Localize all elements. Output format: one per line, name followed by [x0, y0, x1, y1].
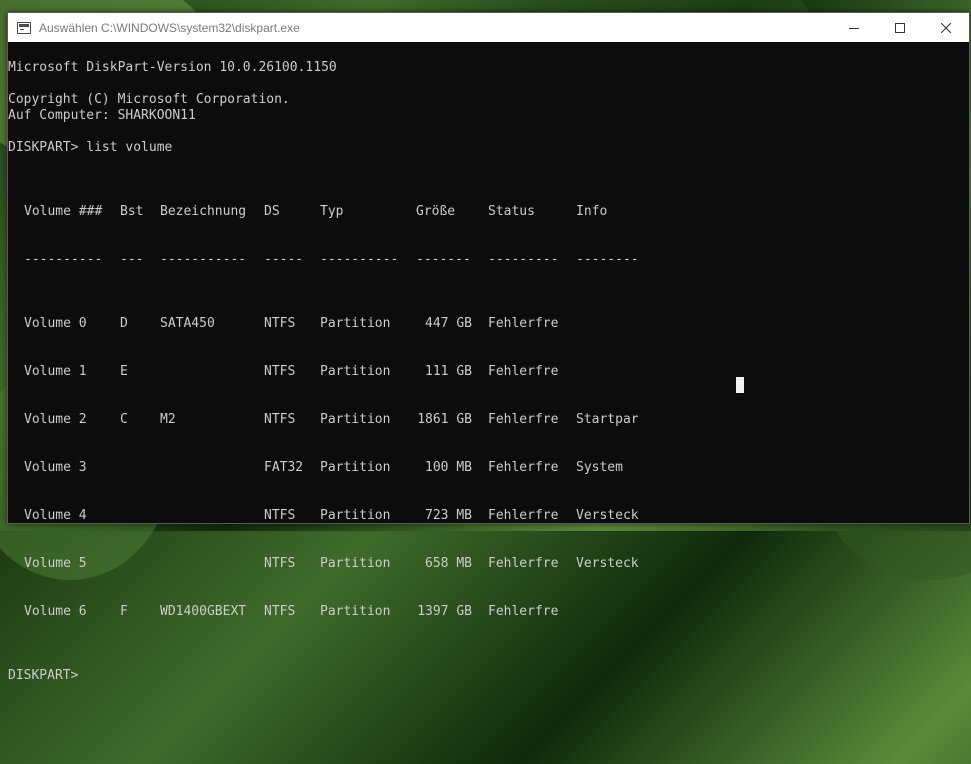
- table-header-row: Volume ### Bst Bezeichnung DS Typ Größe …: [8, 204, 969, 220]
- header-bst: Bst: [120, 204, 144, 219]
- cell-typ: Partition: [320, 316, 391, 331]
- cell-groesse: 1861 GB: [417, 412, 472, 427]
- cell-typ: Partition: [320, 412, 391, 427]
- cell-info: Startpar: [576, 412, 639, 427]
- cell-volume: Volume 4: [24, 508, 87, 523]
- separator-bst: ---: [120, 252, 144, 267]
- cell-bst: F: [120, 604, 128, 619]
- cell-volume: Volume 3: [24, 460, 87, 475]
- cell-groesse: 447 GB: [425, 316, 472, 331]
- table-row: Volume 1 E NTFS Partition 111 GB Fehlerf…: [8, 364, 969, 380]
- diskpart-window: Auswählen C:\WINDOWS\system32\diskpart.e…: [7, 12, 970, 683]
- cell-volume: Volume 0: [24, 316, 87, 331]
- computer-line: Auf Computer: SHARKOON11: [8, 108, 196, 123]
- table-row: Volume 0 D SATA450 NTFS Partition 447 GB…: [8, 316, 969, 332]
- header-groesse: Größe: [416, 204, 456, 219]
- header-ds: DS: [264, 204, 280, 219]
- cell-bst: E: [120, 364, 128, 379]
- cell-typ: Partition: [320, 460, 391, 475]
- cell-ds: NTFS: [264, 508, 296, 523]
- cell-info: System: [576, 460, 623, 475]
- cell-info: Versteck: [576, 508, 639, 523]
- maximize-button[interactable]: [877, 13, 923, 42]
- minimize-button[interactable]: [831, 13, 877, 42]
- cell-volume: Volume 6: [24, 604, 87, 619]
- copyright-line: Copyright (C) Microsoft Corporation.: [8, 92, 290, 107]
- cell-status: Fehlerfre: [488, 556, 559, 571]
- text-cursor: [736, 377, 744, 393]
- cell-groesse: 723 MB: [425, 508, 472, 523]
- cell-status: Fehlerfre: [488, 460, 559, 475]
- cell-ds: NTFS: [264, 364, 296, 379]
- cell-ds: NTFS: [264, 556, 296, 571]
- cell-ds: NTFS: [264, 604, 296, 619]
- console-app-icon[interactable]: [17, 21, 31, 34]
- cell-typ: Partition: [320, 604, 391, 619]
- cell-volume: Volume 2: [24, 412, 87, 427]
- window-title: Auswählen C:\WINDOWS\system32\diskpart.e…: [39, 20, 300, 35]
- cell-bezeichnung: WD1400GBEXT: [160, 604, 247, 619]
- cell-info: Versteck: [576, 556, 639, 571]
- separator-ds: -----: [264, 252, 304, 267]
- header-typ: Typ: [320, 204, 344, 219]
- table-separator-row: ---------- --- ----------- ----- -------…: [8, 252, 969, 268]
- table-row: Volume 3 FAT32 Partition 100 MB Fehlerfr…: [8, 460, 969, 476]
- separator-info: --------: [576, 252, 639, 267]
- cell-ds: FAT32: [264, 460, 304, 475]
- cell-typ: Partition: [320, 364, 391, 379]
- prompt-line: DISKPART>: [8, 668, 79, 683]
- cell-bezeichnung: M2: [160, 412, 176, 427]
- close-button[interactable]: [923, 13, 969, 42]
- cell-status: Fehlerfre: [488, 364, 559, 379]
- header-volume: Volume ###: [24, 204, 103, 219]
- header-info: Info: [576, 204, 608, 219]
- volume-table: Volume ### Bst Bezeichnung DS Typ Größe …: [8, 172, 969, 652]
- separator-volume: ----------: [24, 252, 103, 267]
- command-line: DISKPART> list volume: [8, 140, 173, 155]
- cell-volume: Volume 5: [24, 556, 87, 571]
- table-row: Volume 6 F WD1400GBEXT NTFS Partition 13…: [8, 604, 969, 620]
- maximize-icon: [895, 22, 905, 33]
- cell-groesse: 658 MB: [425, 556, 472, 571]
- cell-volume: Volume 1: [24, 364, 87, 379]
- separator-status: ---------: [488, 252, 559, 267]
- title-bar[interactable]: Auswählen C:\WINDOWS\system32\diskpart.e…: [8, 13, 969, 42]
- separator-bezeichnung: -----------: [160, 252, 247, 267]
- cell-groesse: 1397 GB: [417, 604, 472, 619]
- cell-typ: Partition: [320, 508, 391, 523]
- cell-ds: NTFS: [264, 316, 296, 331]
- cell-groesse: 111 GB: [425, 364, 472, 379]
- cell-status: Fehlerfre: [488, 604, 559, 619]
- cell-status: Fehlerfre: [488, 508, 559, 523]
- cell-status: Fehlerfre: [488, 412, 559, 427]
- cell-status: Fehlerfre: [488, 316, 559, 331]
- cell-ds: NTFS: [264, 412, 296, 427]
- cell-typ: Partition: [320, 556, 391, 571]
- separator-groesse: -------: [416, 252, 471, 267]
- header-bezeichnung: Bezeichnung: [160, 204, 247, 219]
- table-row: Volume 5 NTFS Partition 658 MB Fehlerfre…: [8, 556, 969, 572]
- table-row: Volume 2 C M2 NTFS Partition 1861 GB Feh…: [8, 412, 969, 428]
- header-status: Status: [488, 204, 535, 219]
- cell-bst: C: [120, 412, 128, 427]
- minimize-icon: [849, 27, 859, 29]
- separator-typ: ----------: [320, 252, 399, 267]
- cell-groesse: 100 MB: [425, 460, 472, 475]
- console-output[interactable]: Microsoft DiskPart-Version 10.0.26100.11…: [8, 42, 969, 683]
- version-line: Microsoft DiskPart-Version 10.0.26100.11…: [8, 60, 337, 75]
- cell-bst: D: [120, 316, 128, 331]
- table-row: Volume 4 NTFS Partition 723 MB Fehlerfre…: [8, 508, 969, 524]
- window-controls: [831, 13, 969, 42]
- close-icon: [941, 22, 951, 33]
- cell-bezeichnung: SATA450: [160, 316, 215, 331]
